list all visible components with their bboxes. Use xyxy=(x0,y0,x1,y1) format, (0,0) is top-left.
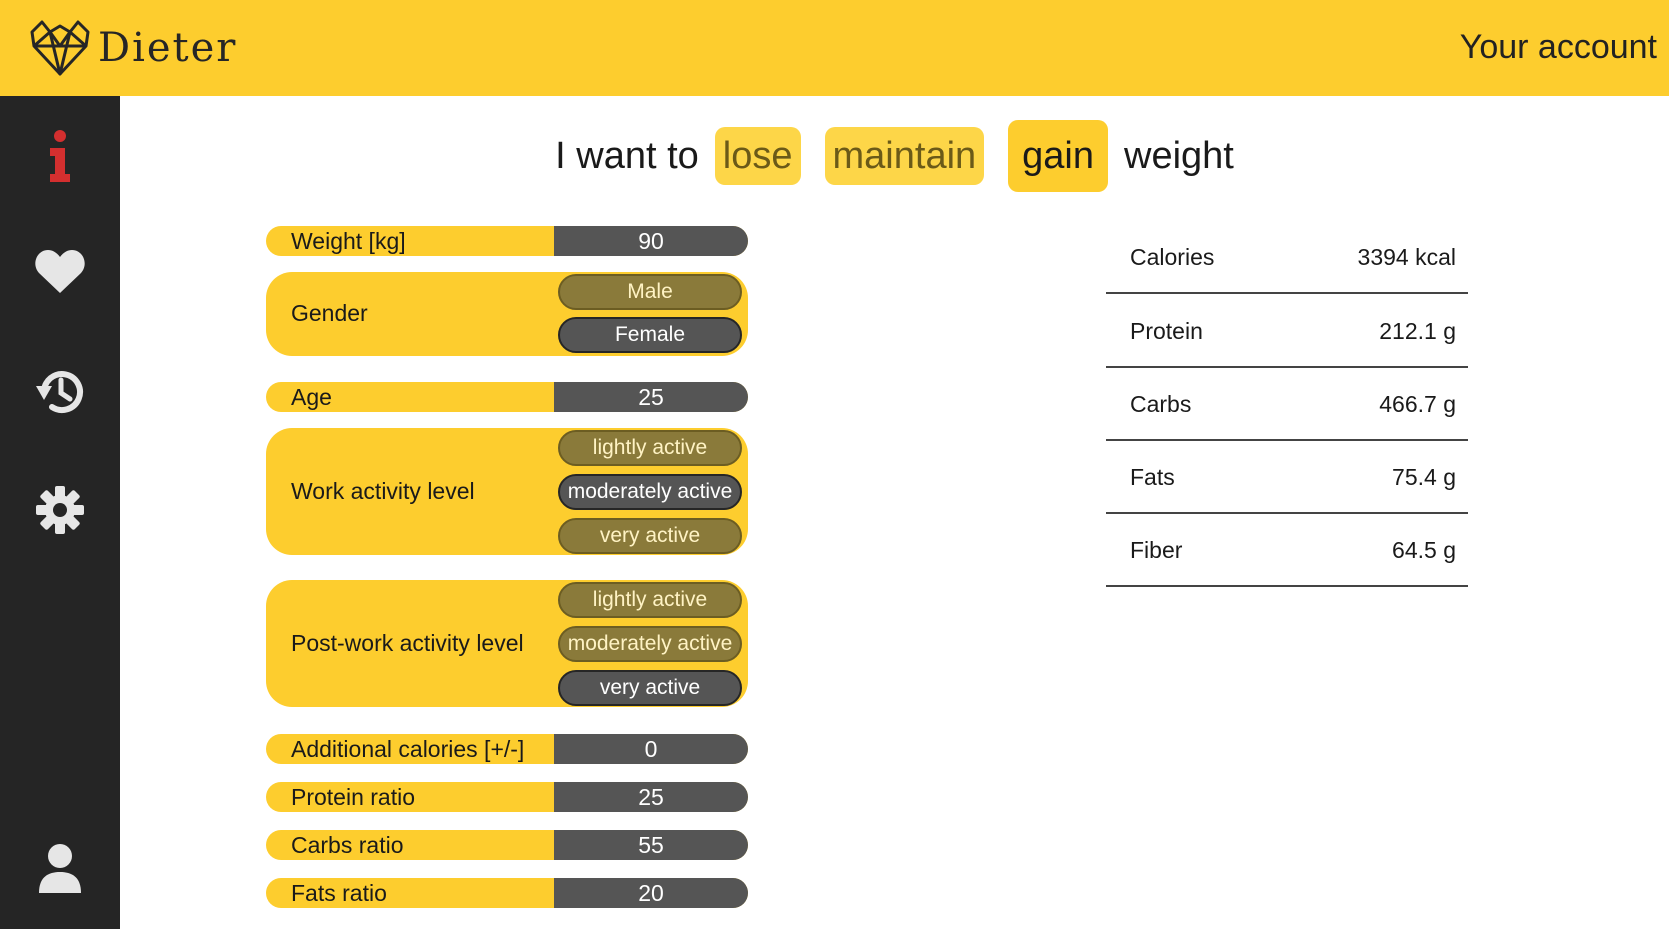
post-work-activity-lightly-option[interactable]: lightly active xyxy=(558,582,742,618)
work-activity-group: Work activity level lightly active moder… xyxy=(266,428,748,555)
result-value: 3394 kcal xyxy=(1357,244,1456,270)
carbs-ratio-input[interactable] xyxy=(554,830,748,860)
goal-prefix: I want to xyxy=(555,134,699,177)
result-name: Calories xyxy=(1130,244,1215,270)
sidebar-item-info[interactable] xyxy=(0,111,120,201)
additional-calories-label: Additional calories [+/-] xyxy=(291,736,525,762)
result-row-carbs: Carbs 466.7 g xyxy=(1106,369,1468,441)
result-name: Fiber xyxy=(1130,537,1183,563)
brand-name: Dieter xyxy=(98,25,238,71)
result-value: 212.1 g xyxy=(1379,318,1456,344)
additional-calories-row: Additional calories [+/-] xyxy=(266,734,748,764)
weight-label: Weight [kg] xyxy=(291,228,406,254)
your-account-link[interactable]: Your account xyxy=(1460,28,1657,67)
weight-row: Weight [kg] xyxy=(266,226,748,256)
work-activity-very-option[interactable]: very active xyxy=(558,518,742,554)
goal-suffix: weight xyxy=(1124,134,1234,177)
weight-input[interactable] xyxy=(554,226,748,256)
history-icon xyxy=(36,371,83,414)
info-icon xyxy=(50,130,70,182)
post-work-activity-moderately-option[interactable]: moderately active xyxy=(558,626,742,662)
result-row-protein: Protein 212.1 g xyxy=(1106,296,1468,368)
additional-calories-input[interactable] xyxy=(554,734,748,764)
app-header: Dieter Your account xyxy=(0,0,1669,96)
user-icon xyxy=(39,844,81,893)
result-name: Carbs xyxy=(1130,391,1192,417)
result-row-calories: Calories 3394 kcal xyxy=(1106,222,1468,294)
result-row-fiber: Fiber 64.5 g xyxy=(1106,515,1468,587)
post-work-activity-group: Post-work activity level lightly active … xyxy=(266,580,748,707)
carbs-ratio-row: Carbs ratio xyxy=(266,830,748,860)
protein-ratio-row: Protein ratio xyxy=(266,782,748,812)
gear-icon xyxy=(36,486,84,534)
goal-selector: I want to lose maintain gain weight xyxy=(120,120,1669,192)
result-value: 75.4 g xyxy=(1392,464,1456,490)
fats-ratio-row: Fats ratio xyxy=(266,878,748,908)
fats-ratio-label: Fats ratio xyxy=(291,880,387,906)
sidebar-item-profile[interactable] xyxy=(0,824,120,914)
goal-gain-button[interactable]: gain xyxy=(1008,120,1108,192)
protein-ratio-label: Protein ratio xyxy=(291,784,416,810)
main-content: I want to lose maintain gain weight Weig… xyxy=(120,96,1669,929)
result-name: Protein xyxy=(1130,318,1203,344)
sidebar-item-history[interactable] xyxy=(0,347,120,437)
result-name: Fats xyxy=(1130,464,1175,490)
sidebar-item-settings[interactable] xyxy=(0,465,120,555)
protein-ratio-input[interactable] xyxy=(554,782,748,812)
sidebar xyxy=(0,96,120,929)
fats-ratio-input[interactable] xyxy=(554,878,748,908)
age-row: Age xyxy=(266,382,748,412)
post-work-activity-very-option[interactable]: very active xyxy=(558,670,742,706)
sidebar-item-favorites[interactable] xyxy=(0,227,120,317)
diamond-fox-logo-icon xyxy=(30,20,90,76)
work-activity-label: Work activity level xyxy=(291,478,475,504)
gender-group: Gender Male Female xyxy=(266,272,748,356)
result-value: 64.5 g xyxy=(1392,537,1456,563)
post-work-activity-label: Post-work activity level xyxy=(291,630,524,656)
goal-lose-button[interactable]: lose xyxy=(714,127,801,185)
result-row-fats: Fats 75.4 g xyxy=(1106,442,1468,514)
logo[interactable]: Dieter xyxy=(28,20,237,76)
age-label: Age xyxy=(291,384,332,410)
goal-maintain-button[interactable]: maintain xyxy=(824,127,985,185)
gender-label: Gender xyxy=(291,300,368,326)
work-activity-lightly-option[interactable]: lightly active xyxy=(558,430,742,466)
gender-male-option[interactable]: Male xyxy=(558,274,742,310)
work-activity-moderately-option[interactable]: moderately active xyxy=(558,474,742,510)
carbs-ratio-label: Carbs ratio xyxy=(291,832,404,858)
result-value: 466.7 g xyxy=(1379,391,1456,417)
heart-icon xyxy=(35,250,85,293)
gender-female-option[interactable]: Female xyxy=(558,317,742,353)
age-input[interactable] xyxy=(554,382,748,412)
